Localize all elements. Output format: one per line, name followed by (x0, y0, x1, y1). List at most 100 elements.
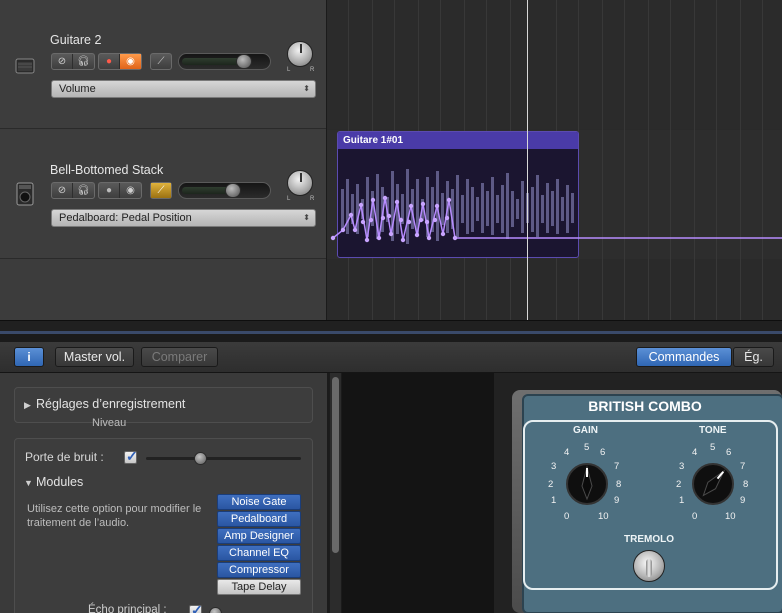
disclosure-right-icon: ▶ (24, 400, 31, 410)
tone-scale-1: 1 (679, 495, 685, 506)
module-channel-eq[interactable]: Channel EQ (217, 545, 301, 561)
volume-slider-fill (182, 187, 230, 194)
gain-scale-0: 0 (564, 511, 570, 522)
noise-gate-slider-thumb[interactable] (194, 452, 207, 465)
mute-icon: ⊘ (57, 56, 67, 67)
info-button[interactable]: i (14, 347, 44, 367)
compare-button[interactable]: Comparer (141, 347, 218, 367)
tab-eq[interactable]: Ég. (733, 347, 774, 367)
smart-controls-toolbar: i Master vol. Comparer Commandes Ég. (0, 342, 782, 373)
inspector-scrollbar[interactable] (329, 373, 341, 613)
automation-button[interactable]: ⟋ (151, 54, 171, 69)
gain-scale-6: 6 (600, 447, 606, 458)
empty-lane[interactable] (327, 260, 782, 320)
main-echo-checkbox[interactable]: ✓ (189, 602, 203, 613)
input-monitor-icon: ◉ (126, 185, 135, 196)
checkmark-icon: ✓ (126, 448, 138, 464)
noise-gate-slider-track[interactable] (146, 457, 301, 460)
volume-slider-thumb[interactable] (225, 183, 241, 198)
solo-button[interactable]: 🎧︎ (73, 54, 94, 69)
amp-track-icon (15, 55, 35, 75)
main-echo-label: Écho principal : (88, 604, 167, 613)
tone-scale-9: 9 (740, 495, 746, 506)
noise-gate-checkbox[interactable]: ✓ (124, 448, 138, 464)
master-volume-button[interactable]: Master vol. (55, 347, 134, 367)
input-monitor-button[interactable]: ◉ (120, 54, 141, 69)
playhead[interactable] (527, 0, 528, 320)
module-pedalboard[interactable]: Pedalboard (217, 511, 301, 527)
modules-header[interactable]: ▼ Modules (24, 475, 83, 489)
input-monitor-button[interactable]: ◉ (120, 183, 141, 198)
pane-divider[interactable] (0, 320, 782, 334)
volume-slider-thumb[interactable] (236, 54, 252, 69)
tone-scale-6: 6 (726, 447, 732, 458)
module-compressor[interactable]: Compressor (217, 562, 301, 578)
automation-curve[interactable] (327, 130, 782, 259)
tremolo-label: TREMOLO (624, 534, 674, 545)
track-name[interactable]: Bell-Bottomed Stack (50, 163, 163, 177)
module-amp-designer[interactable]: Amp Designer (217, 528, 301, 544)
main-echo-slider-thumb[interactable] (209, 607, 222, 613)
track-headers: Guitare 2 ⊘ 🎧︎ ● ◉ ⟋ L R Volume ⬍ Bell-B… (0, 0, 326, 320)
automation-icon: ⟋ (157, 185, 165, 196)
tone-knob-pointer (702, 469, 726, 497)
tab-controls[interactable]: Commandes (636, 347, 732, 367)
updown-chevron-icon: ⬍ (303, 213, 310, 222)
volume-slider[interactable] (178, 182, 271, 199)
volume-slider-fill (182, 58, 240, 65)
record-icon: ● (105, 185, 113, 196)
gain-scale-1: 1 (551, 495, 557, 506)
headphones-icon: 🎧︎ (77, 56, 90, 67)
automation-parameter-popup[interactable]: Volume ⬍ (51, 80, 316, 98)
gain-scale-5: 5 (584, 442, 590, 453)
tone-scale-3: 3 (679, 461, 685, 472)
tone-scale-0: 0 (692, 511, 698, 522)
track-header-2[interactable]: Bell-Bottomed Stack ⊘ 🎧︎ ● ◉ ⟋ L R Pedal… (0, 130, 326, 259)
module-noise-gate[interactable]: Noise Gate (217, 494, 301, 510)
automation-icon: ⟋ (157, 56, 165, 67)
automation-group: ⟋ (150, 53, 172, 70)
tone-knob[interactable] (692, 463, 734, 505)
modules-help-text: Utilisez cette option pour modifier le t… (27, 503, 202, 529)
record-enable-button[interactable]: ● (99, 54, 120, 69)
disclosure-down-icon: ▼ (24, 478, 33, 488)
mute-button[interactable]: ⊘ (52, 54, 73, 69)
tone-scale-2: 2 (676, 479, 682, 490)
automation-parameter-value: Pedalboard: Pedal Position (59, 212, 192, 224)
tremolo-switch[interactable] (633, 550, 665, 582)
automation-parameter-value: Volume (59, 83, 96, 95)
recording-settings-label: Réglages d’enregistrement (36, 397, 186, 411)
scrollbar-thumb[interactable] (332, 377, 339, 553)
level-label: Niveau (92, 417, 127, 429)
track-name[interactable]: Guitare 2 (50, 33, 101, 47)
gain-knob[interactable] (566, 463, 608, 505)
automation-button[interactable]: ⟋ (151, 183, 171, 198)
tracks-timeline[interactable]: Guitare 1#01 (327, 0, 782, 320)
gain-scale-3: 3 (551, 461, 557, 472)
recording-settings-header[interactable]: ▶ Réglages d’enregistrement (24, 397, 185, 411)
mute-solo-group: ⊘ 🎧︎ (51, 53, 95, 70)
track-header-1[interactable]: Guitare 2 ⊘ 🎧︎ ● ◉ ⟋ L R Volume ⬍ (0, 0, 326, 129)
gain-label: GAIN (573, 425, 598, 436)
track-lane-1[interactable] (327, 0, 782, 129)
pan-knob[interactable] (287, 41, 313, 67)
pan-knob[interactable] (287, 170, 313, 196)
pan-right-label: R (310, 196, 315, 202)
tone-scale-10: 10 (725, 511, 736, 522)
module-tape-delay[interactable]: Tape Delay (217, 579, 301, 595)
record-enable-button[interactable]: ● (99, 183, 120, 198)
mute-icon: ⊘ (57, 185, 67, 196)
tone-scale-7: 7 (740, 461, 746, 472)
record-group: ● ◉ (98, 53, 142, 70)
mute-button[interactable]: ⊘ (52, 183, 73, 198)
record-group: ● ◉ (98, 182, 142, 199)
tone-scale-4: 4 (692, 447, 698, 458)
solo-button[interactable]: 🎧︎ (73, 183, 94, 198)
noise-gate-label: Porte de bruit : (25, 450, 104, 464)
gain-scale-10: 10 (598, 511, 609, 522)
automation-parameter-popup[interactable]: Pedalboard: Pedal Position ⬍ (51, 209, 316, 227)
volume-slider[interactable] (178, 53, 271, 70)
headphones-icon: 🎧︎ (77, 185, 90, 196)
divider-edge (0, 331, 782, 334)
amp-model-title: BRITISH COMBO (588, 398, 702, 414)
